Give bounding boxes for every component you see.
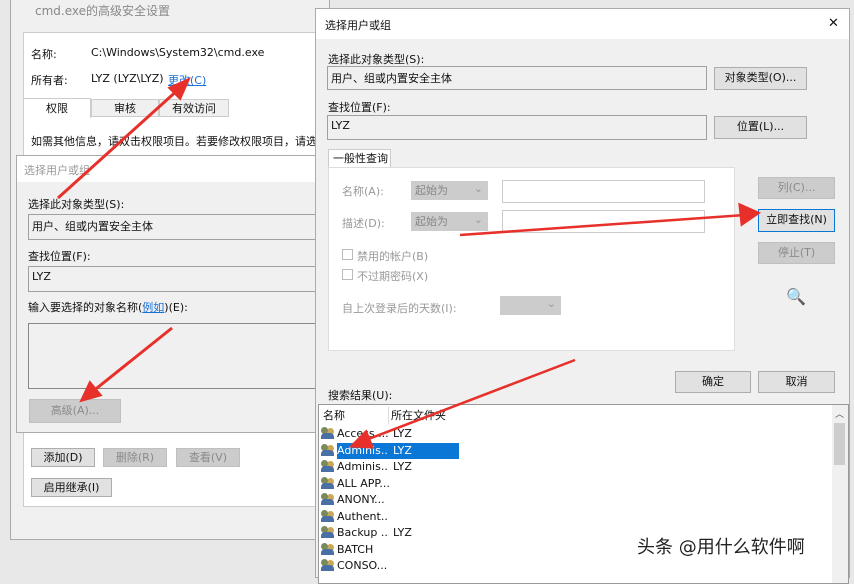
arrow-to-advanced bbox=[91, 326, 173, 394]
arrow-head bbox=[348, 429, 375, 449]
arrow-head bbox=[79, 380, 103, 403]
arrow-head bbox=[738, 202, 762, 227]
annotation-arrows bbox=[56, 77, 762, 449]
arrow-to-change bbox=[56, 86, 182, 200]
arrow-to-admin bbox=[365, 358, 576, 442]
arrow-to-find-now bbox=[459, 213, 746, 237]
